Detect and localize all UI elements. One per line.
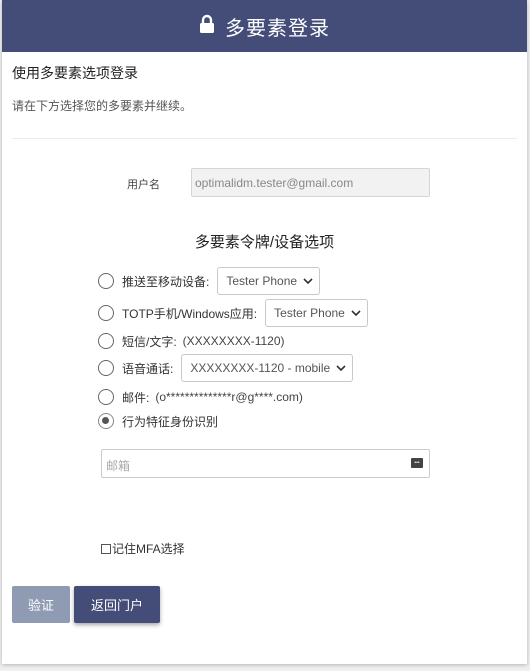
option-email-label: 邮件: bbox=[122, 390, 150, 405]
radio-sms[interactable] bbox=[98, 333, 114, 349]
section-title: 多要素令牌/设备选项 bbox=[194, 234, 335, 251]
email-placeholder: 邮箱 bbox=[106, 459, 131, 473]
option-voice-label: 语音通话: bbox=[122, 361, 174, 376]
option-push[interactable]: 推送至移动设备: Tester Phone bbox=[98, 267, 321, 295]
option-sms[interactable]: 短信/文字: (XXXXXXXX-1120) bbox=[98, 327, 285, 355]
radio-email[interactable] bbox=[98, 389, 114, 405]
chevron-down-icon bbox=[336, 365, 346, 371]
keyboard-icon[interactable]: ••• bbox=[411, 458, 423, 468]
mfa-login-card: 多要素登录 使用多要素选项登录 请在下方选择您的多要素并继续。 用户名 opti… bbox=[2, 0, 527, 664]
page-header: 多要素登录 bbox=[2, 0, 527, 52]
chevron-down-icon bbox=[303, 278, 313, 284]
chevron-down-icon bbox=[351, 310, 361, 316]
option-behavioral[interactable]: 行为特征身份识别 bbox=[98, 407, 218, 435]
totp-device-select[interactable]: Tester Phone bbox=[265, 299, 368, 327]
option-behavioral-label: 行为特征身份识别 bbox=[122, 414, 219, 429]
username-field: optimalidm.tester@gmail.com bbox=[191, 168, 430, 197]
remember-checkbox[interactable] bbox=[101, 543, 111, 554]
option-totp-label: TOTP手机/Windows应用: bbox=[122, 306, 258, 321]
push-device-select[interactable]: Tester Phone bbox=[217, 267, 321, 295]
back-to-portal-button[interactable]: 返回门户 bbox=[74, 586, 160, 623]
sms-phone: (XXXXXXXX-1120) bbox=[182, 334, 285, 348]
remember-mfa[interactable]: 记住MFA选择 bbox=[101, 540, 185, 557]
verify-button[interactable]: 验证 bbox=[12, 586, 70, 623]
push-device-value: Tester Phone bbox=[226, 274, 298, 288]
radio-voice[interactable] bbox=[98, 360, 114, 376]
voice-device-select[interactable]: XXXXXXXX-1120 - mobile bbox=[181, 354, 354, 382]
option-voice[interactable]: 语音通话: XXXXXXXX-1120 - mobile bbox=[98, 354, 354, 382]
totp-device-value: Tester Phone bbox=[274, 306, 345, 320]
email-input[interactable]: 邮箱 ••• bbox=[101, 449, 430, 478]
page-title: 多要素登录 bbox=[225, 17, 330, 40]
remember-label: 记住MFA选择 bbox=[112, 542, 185, 556]
lock-icon bbox=[199, 14, 215, 39]
option-totp[interactable]: TOTP手机/Windows应用: Tester Phone bbox=[98, 299, 368, 327]
option-push-label: 推送至移动设备: bbox=[122, 274, 210, 289]
email-masked: (o**************r@g****.com) bbox=[155, 390, 303, 404]
instruction-text: 请在下方选择您的多要素并继续。 bbox=[12, 99, 193, 113]
option-sms-label: 短信/文字: bbox=[122, 334, 177, 349]
username-label: 用户名 bbox=[127, 179, 160, 191]
radio-behavioral[interactable] bbox=[98, 413, 114, 429]
radio-push[interactable] bbox=[98, 273, 114, 289]
divider bbox=[12, 138, 517, 139]
subtitle: 使用多要素选项登录 bbox=[12, 65, 138, 81]
voice-device-value: XXXXXXXX-1120 - mobile bbox=[190, 361, 331, 375]
radio-totp[interactable] bbox=[98, 305, 114, 321]
